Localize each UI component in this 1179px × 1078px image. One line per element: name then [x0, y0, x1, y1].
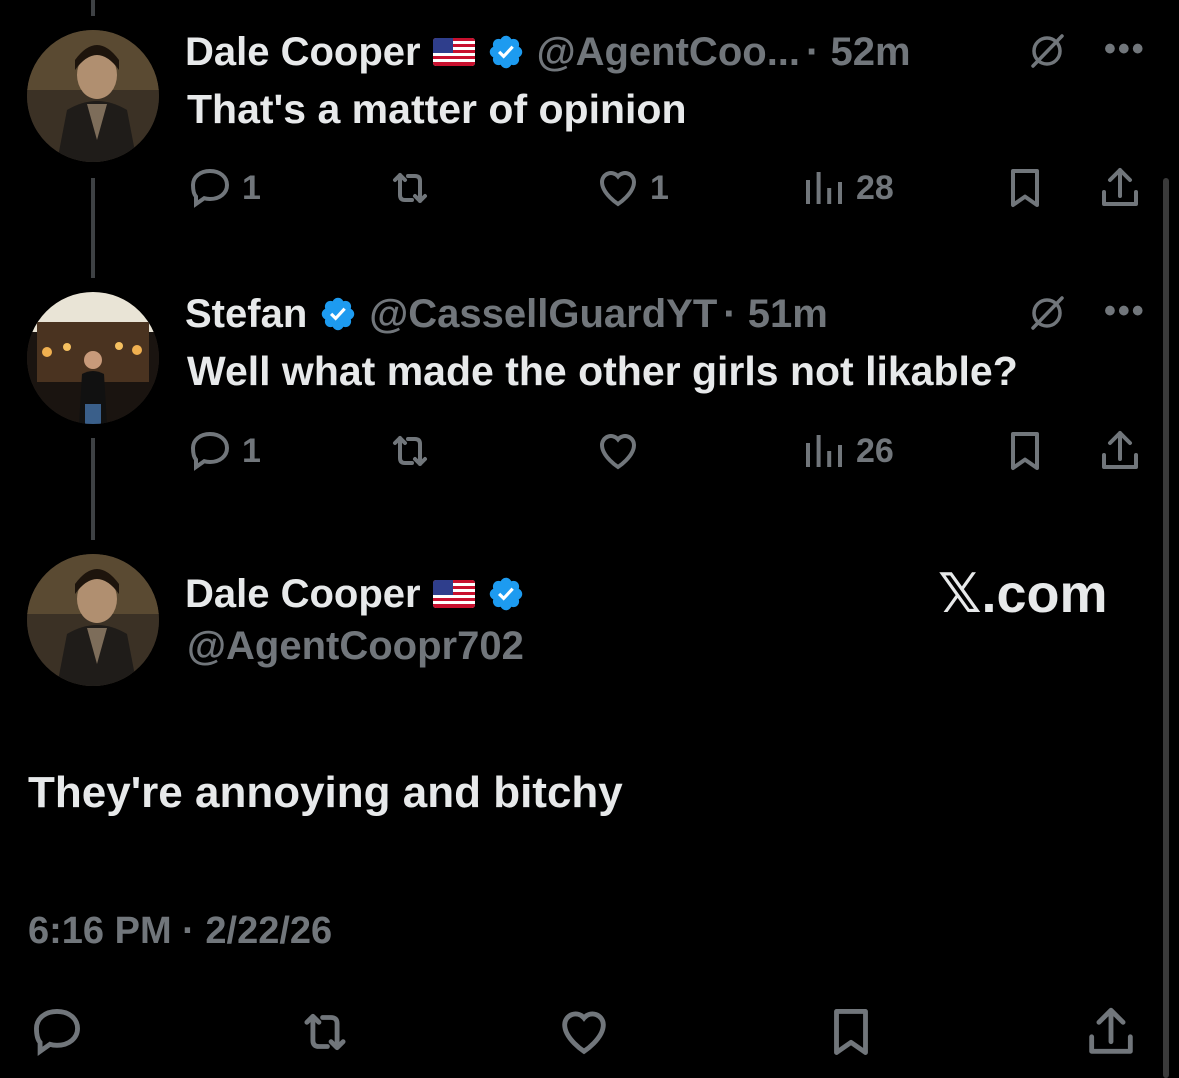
thread-line-top — [91, 0, 95, 16]
reply-icon — [190, 431, 230, 471]
views-count: 26 — [856, 431, 894, 470]
reply-count: 1 — [242, 168, 261, 207]
reply-icon — [190, 168, 230, 208]
reply-count: 1 — [242, 431, 261, 470]
author-name[interactable]: Stefan — [185, 292, 307, 337]
post-time[interactable]: · 51m — [723, 292, 828, 337]
us-flag-icon — [432, 580, 475, 608]
scrollbar[interactable] — [1163, 178, 1169, 1078]
post-time[interactable]: · 52m — [806, 30, 911, 75]
author-name[interactable]: Dale Cooper — [185, 572, 421, 617]
tweet-text: That's a matter of opinion — [187, 86, 687, 132]
views-icon — [806, 172, 842, 204]
grok-icon[interactable] — [1027, 30, 1067, 75]
verified-badge-icon[interactable] — [487, 33, 525, 71]
verified-badge-icon[interactable] — [319, 295, 357, 333]
share-button[interactable] — [1096, 160, 1144, 216]
views-icon — [806, 435, 842, 467]
like-button[interactable] — [594, 423, 650, 479]
retweet-icon — [393, 173, 427, 203]
verified-badge-icon[interactable] — [487, 575, 525, 613]
bookmark-icon — [834, 1009, 868, 1055]
avatar[interactable] — [27, 292, 159, 424]
share-icon — [1102, 431, 1138, 469]
author-handle[interactable]: @AgentCoo... — [537, 30, 800, 75]
avatar-image — [27, 292, 159, 424]
x-watermark: 𝕏.com — [938, 564, 1108, 624]
share-icon — [1102, 168, 1138, 206]
action-bar: 1 1 28 — [186, 160, 1146, 216]
like-button[interactable]: 1 — [594, 160, 669, 216]
heart-icon — [562, 1011, 606, 1055]
heart-icon — [599, 434, 637, 470]
views-button[interactable]: 28 — [800, 160, 894, 216]
author-handle[interactable]: @AgentCoopr702 — [187, 624, 524, 669]
avatar-image — [27, 30, 159, 162]
author-handle[interactable]: @CassellGuardYT — [369, 292, 717, 337]
like-button[interactable] — [555, 1004, 613, 1060]
bookmark-button[interactable] — [1001, 160, 1049, 216]
grok-icon[interactable] — [1027, 292, 1067, 337]
share-button[interactable] — [1082, 1004, 1140, 1060]
bookmark-icon — [1011, 432, 1039, 470]
heart-icon — [599, 171, 637, 207]
more-icon[interactable]: ••• — [1104, 292, 1146, 331]
bookmark-icon — [1011, 169, 1039, 207]
reply-icon — [34, 1009, 80, 1057]
tweet-text: Well what made the other girls not likab… — [187, 348, 1018, 394]
reply-button[interactable]: 1 — [186, 160, 261, 216]
action-bar: 1 26 — [186, 423, 1146, 479]
tweet-timestamp[interactable]: 6:16 PM · 2/22/26 — [28, 910, 332, 953]
bookmark-button[interactable] — [822, 1004, 880, 1060]
author-name[interactable]: Dale Cooper — [185, 30, 421, 75]
retweet-button[interactable] — [386, 160, 442, 216]
more-icon[interactable]: ••• — [1104, 30, 1146, 69]
bookmark-button[interactable] — [1001, 423, 1049, 479]
us-flag-icon — [432, 38, 475, 66]
retweet-button[interactable] — [386, 423, 442, 479]
main-tweet-text: They're annoying and bitchy — [28, 768, 623, 817]
avatar[interactable] — [27, 554, 159, 686]
retweet-button[interactable] — [296, 1004, 354, 1060]
retweet-icon — [304, 1013, 346, 1051]
thread-line-1 — [91, 178, 95, 278]
avatar[interactable] — [27, 30, 159, 162]
retweet-icon — [393, 436, 427, 466]
main-action-bar — [28, 1004, 1148, 1060]
reply-button[interactable] — [28, 1004, 86, 1060]
share-icon — [1089, 1007, 1133, 1054]
views-count: 28 — [856, 168, 894, 207]
thread-line-2 — [91, 438, 95, 540]
avatar-image — [27, 554, 159, 686]
share-button[interactable] — [1096, 423, 1144, 479]
views-button[interactable]: 26 — [800, 423, 894, 479]
like-count: 1 — [650, 168, 669, 207]
reply-button[interactable]: 1 — [186, 423, 261, 479]
